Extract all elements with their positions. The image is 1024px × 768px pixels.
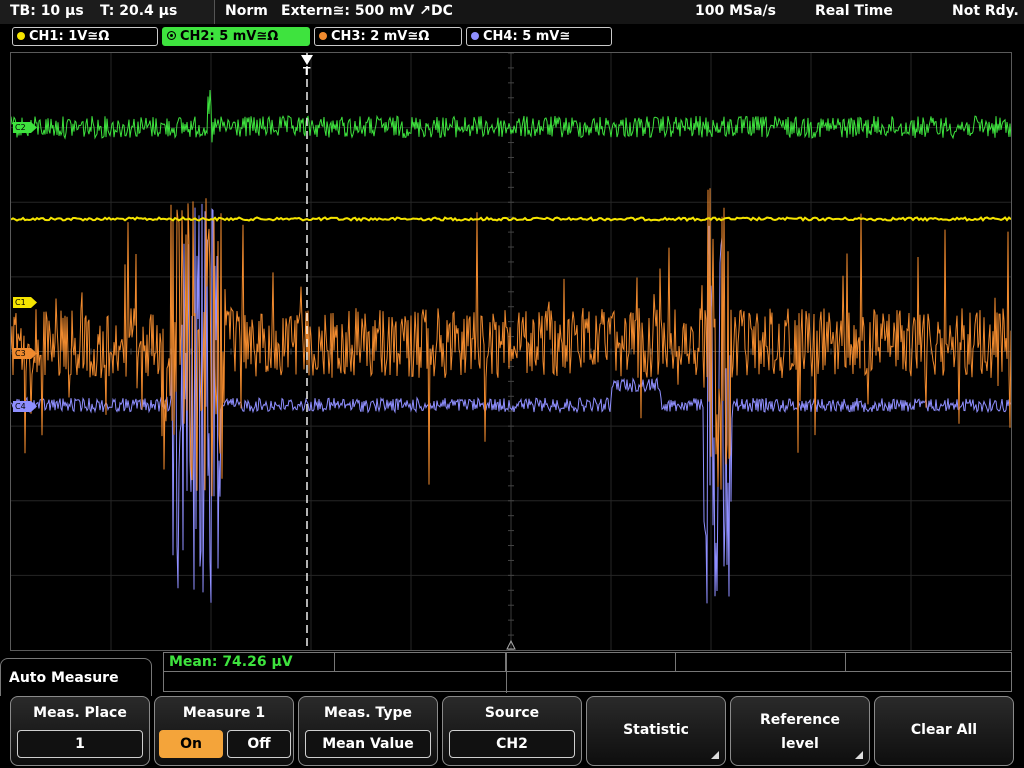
meas-cell-2 <box>335 653 506 672</box>
statistic-softkey[interactable]: Statistic <box>586 696 726 766</box>
sample-rate: 100 MSa/s <box>695 3 777 19</box>
menu-title-tab[interactable]: Auto Measure <box>0 658 152 698</box>
softkey-bar: Meas. Place 1 Measure 1 On Off Meas. Typ… <box>0 696 1024 768</box>
meas-type-value[interactable]: Mean Value <box>305 730 431 758</box>
softkey-label: Clear All <box>910 722 978 738</box>
softkey-label: Meas. Type <box>324 705 412 721</box>
measure1-off-button[interactable]: Off <box>227 730 291 758</box>
meas-cell-5 <box>846 653 1011 672</box>
ch2-dot-icon <box>167 31 176 40</box>
timebase-box[interactable]: TB: 10 µs T: 20.4 µs <box>0 0 215 24</box>
softkey-label: Reference <box>759 712 841 728</box>
softkey-label-line2: level <box>781 736 819 752</box>
submenu-arrow-icon <box>711 751 719 759</box>
measurement-results: Mean: 74.26 µV <box>163 652 1012 693</box>
source-softkey[interactable]: Source CH2 <box>442 696 582 766</box>
waveform-display[interactable]: C2 C1 C3 C4 T <box>10 52 1012 651</box>
softkey-label: Statistic <box>623 722 689 738</box>
channel-tab-ch4[interactable]: CH4: 5 mV≅ <box>466 27 612 46</box>
channel-label: CH1: 1V≅Ω <box>29 29 110 44</box>
meas-cell-4 <box>676 653 846 672</box>
softkey-label: Meas. Place <box>33 705 127 721</box>
softkey-label: Source <box>484 705 540 721</box>
meas-cell-1: Mean: 74.26 µV <box>164 653 335 672</box>
meas-type-softkey[interactable]: Meas. Type Mean Value <box>298 696 438 766</box>
ch3-dot-icon <box>319 31 327 40</box>
timebase: TB: 10 µs <box>10 3 84 19</box>
menu-title: Auto Measure <box>9 670 119 686</box>
waveform-canvas <box>11 53 1011 650</box>
trigger-time: T: 20.4 µs <box>100 3 178 19</box>
channel-label: CH4: 5 mV≅ <box>483 29 571 44</box>
meas-divider <box>506 653 507 693</box>
ch4-dot-icon <box>471 31 479 40</box>
clear-all-softkey[interactable]: Clear All <box>874 696 1014 766</box>
acquisition-mode: Real Time <box>815 3 893 19</box>
channel-tab-ch1[interactable]: CH1: 1V≅Ω <box>12 27 158 46</box>
channel-tab-ch2[interactable]: CH2: 5 mV≅Ω <box>162 27 310 46</box>
channel-label: CH3: 2 mV≅Ω <box>331 29 430 44</box>
channel-bar: CH1: 1V≅Ω CH2: 5 mV≅Ω CH3: 2 mV≅Ω CH4: 5… <box>0 26 1024 48</box>
status-bar: TB: 10 µs T: 20.4 µs Norm Extern≅: 500 m… <box>0 0 1024 24</box>
trigger-marker-label: T <box>303 65 311 78</box>
measure1-softkey[interactable]: Measure 1 On Off <box>154 696 294 766</box>
submenu-arrow-icon <box>855 751 863 759</box>
measure1-on-button[interactable]: On <box>159 730 223 758</box>
reference-level-softkey[interactable]: Reference level <box>730 696 870 766</box>
source-value[interactable]: CH2 <box>449 730 575 758</box>
trigger-source[interactable]: Extern≅: 500 mV ↗DC <box>281 3 453 19</box>
measurement-value: Mean: 74.26 µV <box>169 654 293 670</box>
channel-label: CH2: 5 mV≅Ω <box>180 29 279 44</box>
meas-place-value[interactable]: 1 <box>17 730 143 758</box>
run-state: Not Rdy. <box>952 3 1019 19</box>
softkey-label: Measure 1 <box>182 705 266 721</box>
ch1-dot-icon <box>17 31 25 40</box>
meas-place-softkey[interactable]: Meas. Place 1 <box>10 696 150 766</box>
meas-cell-3 <box>506 653 676 672</box>
trigger-mode[interactable]: Norm <box>225 3 268 19</box>
channel-tab-ch3[interactable]: CH3: 2 mV≅Ω <box>314 27 462 46</box>
